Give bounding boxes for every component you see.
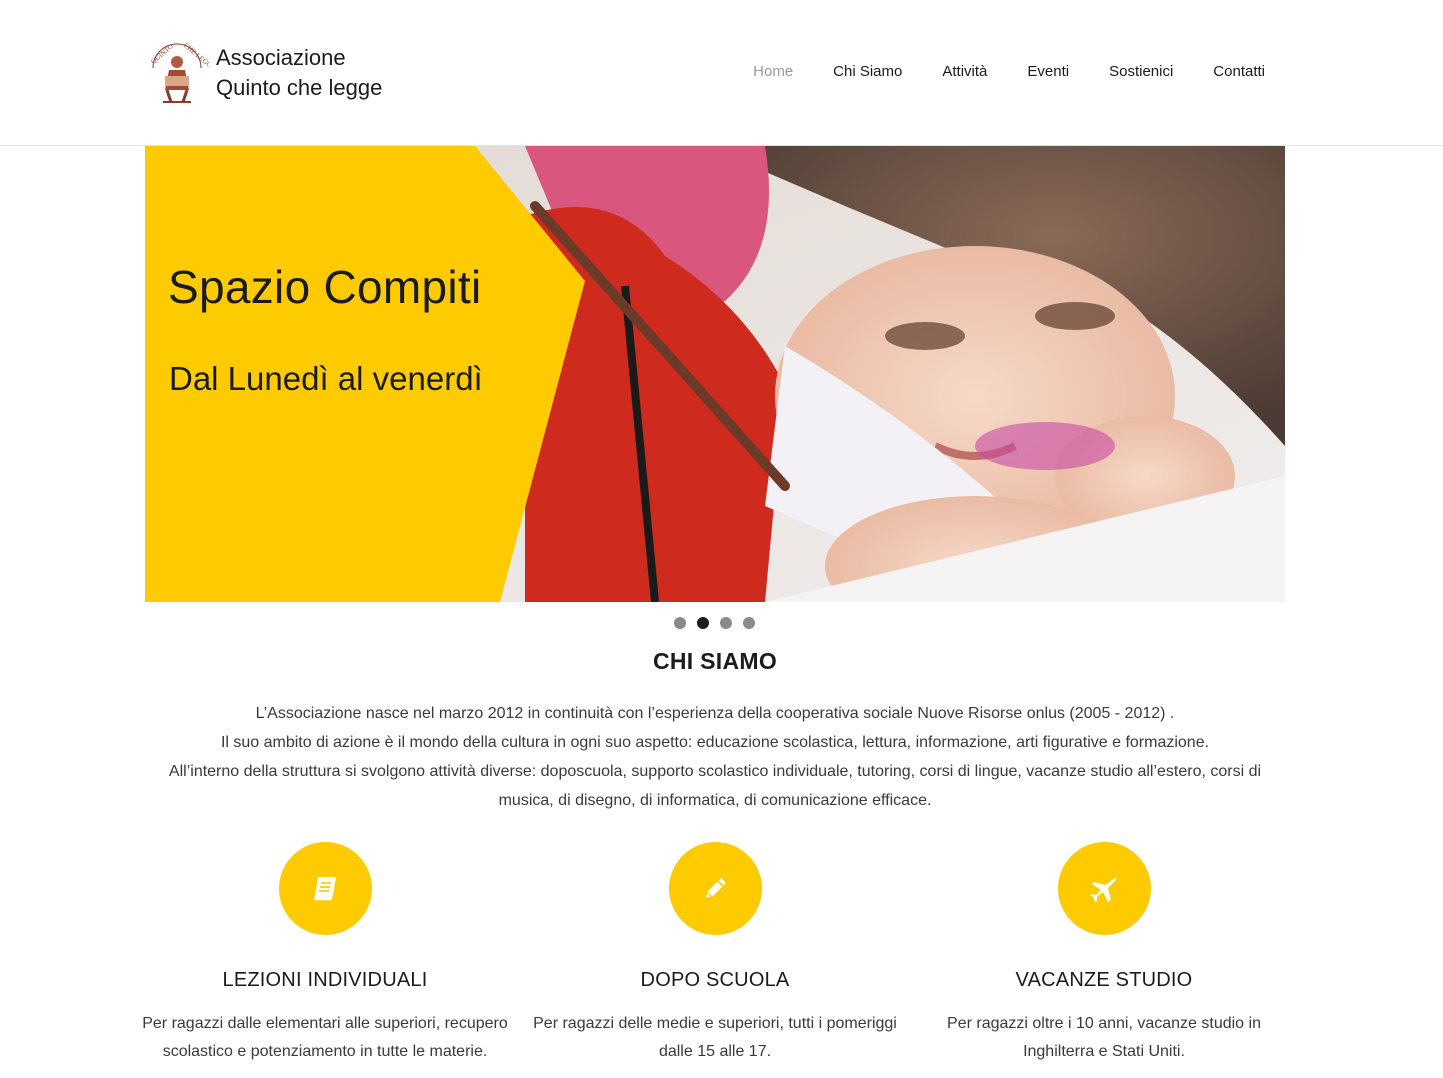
plane-icon: [1090, 876, 1117, 902]
feature-title: LEZIONI INDIVIDUALI: [222, 969, 428, 991]
slider-dot-1[interactable]: [674, 617, 686, 629]
svg-text:CHE LEGGE: CHE LEGGE: [182, 41, 209, 72]
pencil-icon: [704, 877, 726, 900]
feature-vacanze-studio: VACANZE STUDIO Per ragazzi oltre i 10 an…: [914, 842, 1294, 1066]
nav-eventi[interactable]: Eventi: [1027, 62, 1069, 82]
logo-icon: QUINTO CHE LEGGE: [149, 41, 209, 103]
slider-dot-2[interactable]: [697, 617, 709, 629]
about-paragraph: L’Associazione nasce nel marzo 2012 in c…: [255, 705, 1175, 722]
feature-lezioni: LEZIONI INDIVIDUALI Per ragazzi dalle el…: [135, 842, 515, 1066]
brand[interactable]: QUINTO CHE LEGGE Associazione Quinto che…: [145, 40, 382, 106]
slider-dot-3[interactable]: [720, 617, 732, 629]
feature-icon-circle[interactable]: [278, 842, 372, 935]
feature-dopo-scuola: DOPO SCUOLA Per ragazzi delle medie e su…: [525, 842, 905, 1066]
nav-sostienici[interactable]: Sostienici: [1109, 62, 1173, 82]
slider-dot-4[interactable]: [743, 617, 755, 629]
feature-icon-circle[interactable]: [1057, 842, 1151, 935]
feature-text: Per ragazzi delle medie e superiori, tut…: [533, 1015, 897, 1060]
hero-slider[interactable]: Spazio Compiti Dal Lunedì al venerdì: [145, 146, 1285, 602]
site-header: QUINTO CHE LEGGE Associazione Quinto che…: [0, 0, 1443, 146]
section-title-chi-siamo: CHI SIAMO: [652, 648, 778, 674]
about-text: L’Associazione nasce nel marzo 2012 in c…: [150, 699, 1280, 815]
nav-contatti[interactable]: Contatti: [1213, 62, 1265, 82]
main-nav: Home Chi Siamo Attività Eventi Sostienic…: [713, 62, 1265, 82]
feature-icon-circle[interactable]: [668, 842, 762, 935]
slide-subtitle: Dal Lunedì al venerdì: [169, 360, 483, 397]
nav-attivita[interactable]: Attività: [942, 62, 987, 82]
feature-text: Per ragazzi oltre i 10 anni, vacanze stu…: [947, 1015, 1261, 1060]
brand-line-1: Associazione: [216, 45, 346, 70]
slider-pagination: [674, 617, 766, 629]
about-paragraph: Il suo ambito di azione è il mondo della…: [220, 734, 1210, 751]
brand-line-2: Quinto che legge: [216, 75, 383, 100]
book-icon: [314, 876, 336, 902]
feature-title: DOPO SCUOLA: [640, 969, 790, 991]
nav-home[interactable]: Home: [753, 62, 793, 82]
about-paragraph: All’interno della struttura si svolgono …: [168, 763, 1262, 809]
slide-title: Spazio Compiti: [168, 261, 482, 313]
feature-title: VACANZE STUDIO: [1015, 969, 1193, 991]
feature-text: Per ragazzi dalle elementari alle superi…: [142, 1015, 508, 1060]
nav-chi-siamo[interactable]: Chi Siamo: [833, 62, 902, 82]
